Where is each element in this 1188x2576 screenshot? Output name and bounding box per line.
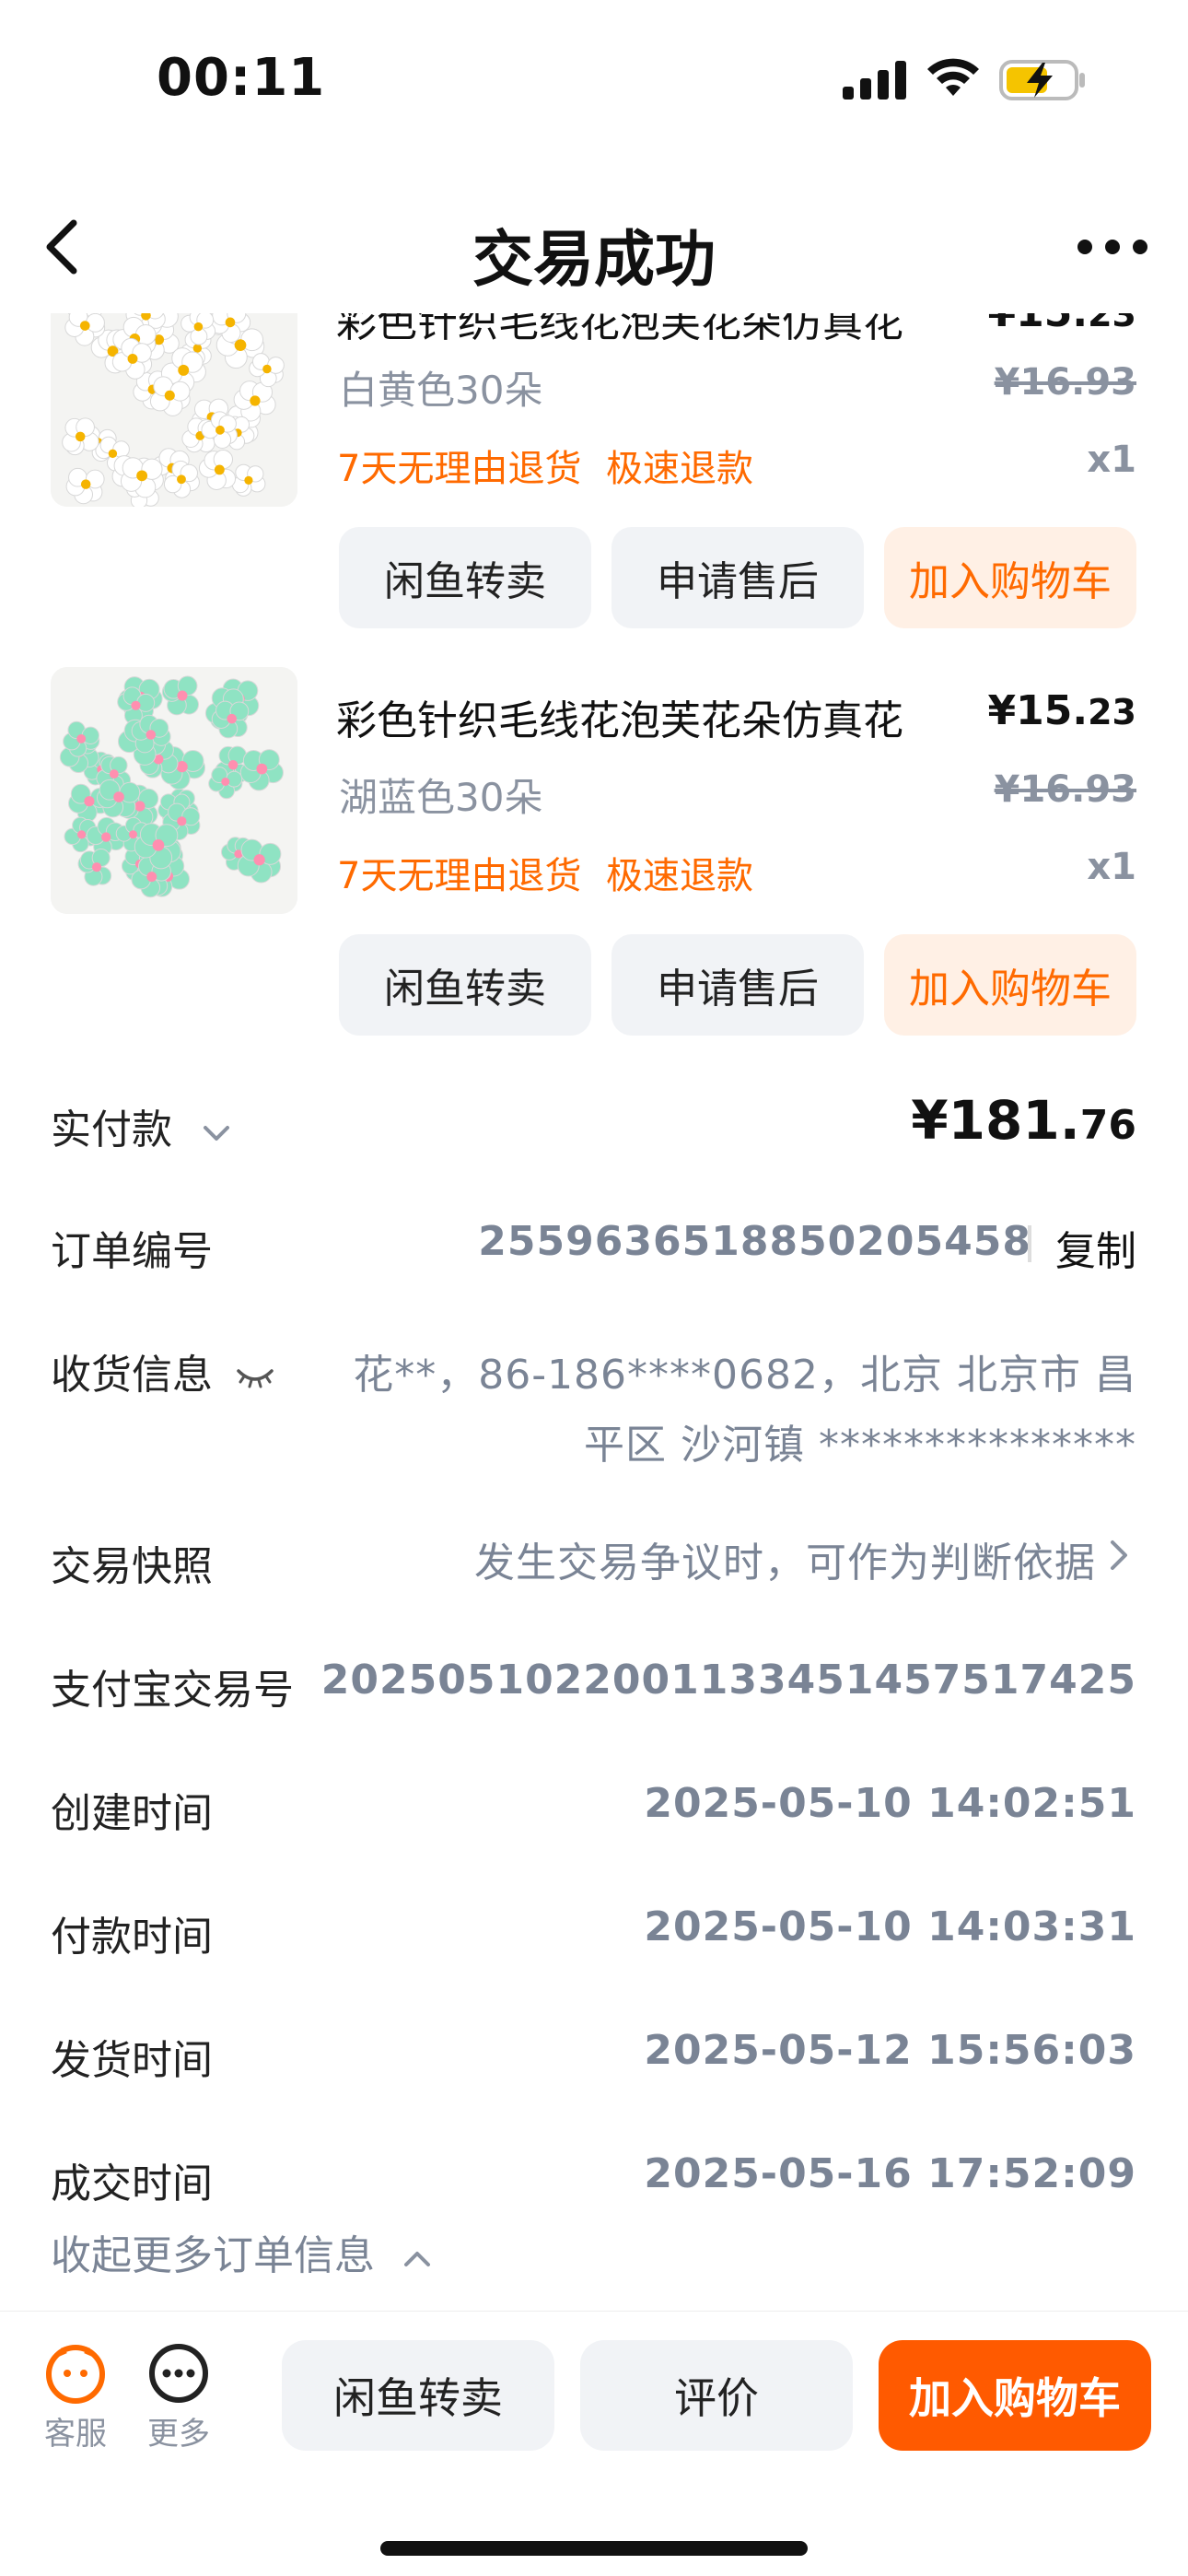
address-label-text: 收货信息	[51, 1352, 213, 1399]
chevron-down-icon	[204, 1126, 229, 1141]
add-to-cart-button[interactable]: 加入购物车	[884, 934, 1136, 1036]
collapse-text: 收起更多订单信息	[51, 2232, 375, 2279]
product-price: ¥15.23	[987, 687, 1136, 734]
product-item[interactable]: 彩色针织毛线花泡芙花朵仿真花 ¥15.23 湖蓝色30朵 ¥16.93 7天无理…	[0, 667, 1188, 1072]
completed-time: 2025-05-16 17:52:09	[644, 2150, 1136, 2197]
more-label: 更多	[147, 2416, 210, 2453]
add-to-cart-bottom-button[interactable]: 加入购物车	[879, 2340, 1151, 2451]
customer-service-button[interactable]: 客服	[37, 2340, 114, 2453]
product-quantity: x1	[1087, 846, 1136, 888]
address-label: 收货信息	[51, 1341, 275, 1400]
eye-hidden-icon[interactable]	[235, 1364, 275, 1391]
shipped-time-label: 发货时间	[51, 2037, 213, 2084]
resell-button[interactable]: 闲鱼转卖	[339, 527, 591, 628]
address-line-2: 平区 沙河镇 ***************	[584, 1422, 1136, 1469]
flower	[96, 779, 141, 818]
snapshot-label: 交易快照	[51, 1543, 213, 1590]
divider	[1028, 1225, 1031, 1262]
wifi-icon	[927, 58, 979, 96]
home-indicator	[380, 2541, 808, 2556]
completed-time-label: 成交时间	[51, 2160, 213, 2207]
product-quantity: x1	[1087, 439, 1136, 481]
snapshot-link[interactable]: 发生交易争议时，可作为判断依据	[474, 1529, 1096, 1588]
after-sale-button[interactable]: 申请售后	[611, 527, 864, 628]
copy-button[interactable]: 复制	[1055, 1218, 1136, 1277]
add-to-cart-button[interactable]: 加入购物车	[884, 527, 1136, 628]
created-time: 2025-05-10 14:02:51	[644, 1780, 1136, 1827]
original-price: ¥16.93	[994, 361, 1136, 404]
return-policy-tag: 7天无理由退货	[337, 448, 582, 490]
customer-service-icon	[46, 2345, 105, 2404]
review-button[interactable]: 评价	[580, 2340, 853, 2451]
customer-service-label: 客服	[44, 2416, 107, 2453]
resell-bottom-button[interactable]: 闲鱼转卖	[282, 2340, 554, 2451]
status-time: 00:11	[157, 48, 326, 108]
product-spec: 白黄色30朵	[339, 368, 543, 413]
page-title: 交易成功	[472, 224, 716, 295]
cellular-signal-icon	[843, 61, 906, 100]
flower	[62, 417, 99, 456]
order-number: 2559636518850205458	[478, 1218, 1031, 1265]
flower	[231, 463, 266, 497]
chevron-right-icon[interactable]	[1107, 1537, 1131, 1574]
order-number-label: 订单编号	[51, 1228, 213, 1275]
more-button[interactable]: 更多	[140, 2340, 217, 2453]
alipay-number: 2025051022001133451457517425	[320, 1657, 1136, 1704]
product-image[interactable]	[51, 667, 297, 914]
product-spec: 湖蓝色30朵	[339, 775, 543, 820]
paid-time: 2025-05-10 14:03:31	[644, 1903, 1136, 1950]
paid-time-label: 付款时间	[51, 1914, 213, 1961]
created-time-label: 创建时间	[51, 1790, 213, 1837]
product-item[interactable]: 彩色针织毛线花泡芙花朵仿真花 ¥15.23 白黄色30朵 ¥16.93 7天无理…	[0, 276, 1188, 682]
flower	[161, 675, 200, 716]
payment-label-text: 实付款	[51, 1107, 172, 1153]
fast-refund-tag: 极速退款	[606, 448, 753, 490]
more-circle-icon	[149, 2344, 208, 2403]
alipay-number-label: 支付宝交易号	[51, 1667, 294, 1714]
battery-charging-icon	[999, 60, 1085, 100]
original-price: ¥16.93	[994, 768, 1136, 811]
address-line-1: 花**，86-186****0682，北京 北京市 昌	[353, 1352, 1136, 1399]
more-options-icon[interactable]	[1076, 235, 1149, 259]
flower-product-photo	[51, 667, 297, 914]
payment-label[interactable]: 实付款	[51, 1096, 235, 1155]
after-sale-button[interactable]: 申请售后	[611, 934, 864, 1036]
payment-amount: ¥181.76	[911, 1089, 1136, 1152]
product-title[interactable]: 彩色针织毛线花泡芙花朵仿真花	[336, 687, 903, 746]
resell-button[interactable]: 闲鱼转卖	[339, 934, 591, 1036]
shipped-time: 2025-05-12 15:56:03	[644, 2027, 1136, 2074]
fast-refund-tag: 极速退款	[606, 855, 753, 897]
collapse-order-info[interactable]: 收起更多订单信息	[51, 2222, 436, 2281]
return-policy-tag: 7天无理由退货	[337, 855, 582, 897]
chevron-up-icon	[404, 2252, 430, 2266]
